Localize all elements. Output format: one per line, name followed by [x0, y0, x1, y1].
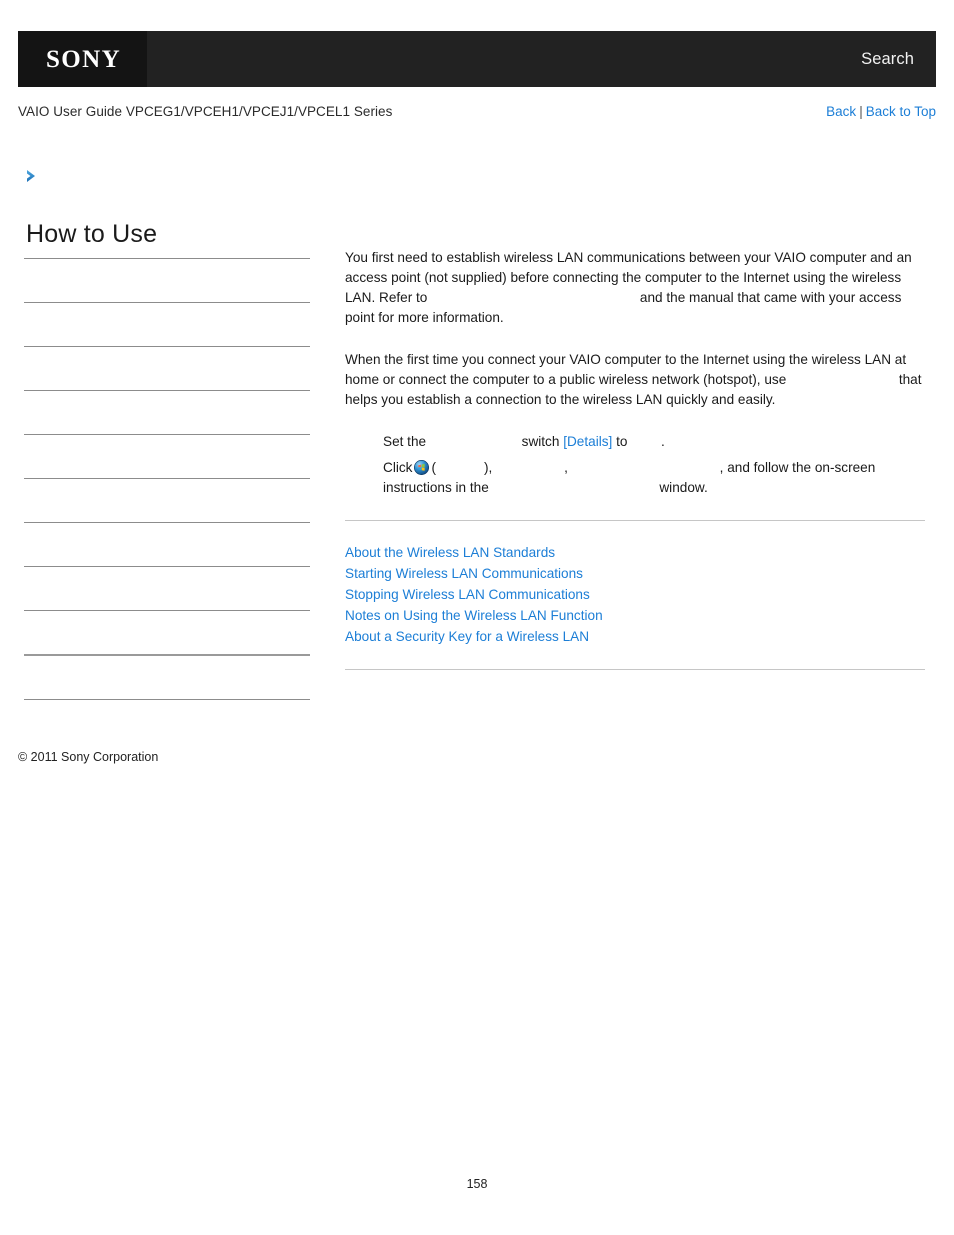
- sidebar-item-4[interactable]: [24, 390, 310, 434]
- sony-logo[interactable]: SONY: [18, 31, 147, 87]
- back-link[interactable]: Back: [826, 104, 856, 119]
- copyright-notice: © 2011 Sony Corporation: [18, 750, 159, 764]
- related-link-security-key[interactable]: About a Security Key for a Wireless LAN: [345, 629, 589, 644]
- related-links-section: About the Wireless LAN Standards Startin…: [345, 542, 925, 647]
- sidebar-item-9[interactable]: [24, 610, 310, 654]
- sidebar-item-11[interactable]: [24, 699, 310, 743]
- sidebar-item-5[interactable]: [24, 434, 310, 478]
- sidebar-item-1[interactable]: [24, 258, 310, 302]
- related-link-stopping-wireless-lan[interactable]: Stopping Wireless LAN Communications: [345, 587, 590, 602]
- sidebar-item-7[interactable]: [24, 522, 310, 566]
- sidebar-item-8[interactable]: [24, 566, 310, 610]
- chevron-right-icon[interactable]: [24, 168, 40, 184]
- windows-start-orb-icon[interactable]: [414, 460, 430, 475]
- paragraph2-part1: When the first time you connect your VAI…: [345, 352, 907, 387]
- details-link[interactable]: [Details]: [563, 434, 612, 449]
- step1-text3: to: [616, 434, 628, 449]
- step2-text2: (: [431, 460, 436, 475]
- list-item: Stopping Wireless LAN Communications: [345, 584, 925, 605]
- nav-separator: |: [859, 103, 863, 119]
- header-nav-links: Back | Back to Top: [826, 104, 936, 119]
- list-item: About the Wireless LAN Standards: [345, 542, 925, 563]
- instruction-steps: Set the switch [Details] to . Click (),…: [345, 432, 925, 498]
- step1-text4: .: [661, 434, 665, 449]
- sidebar-nav-list: [24, 258, 310, 743]
- sidebar-item-6[interactable]: [24, 478, 310, 522]
- sidebar-item-10[interactable]: [24, 654, 310, 699]
- list-item: Starting Wireless LAN Communications: [345, 563, 925, 584]
- search-button[interactable]: Search: [861, 50, 936, 69]
- sidebar: How to Use: [24, 168, 310, 743]
- list-item: Notes on Using the Wireless LAN Function: [345, 605, 925, 626]
- content-divider: [345, 520, 925, 521]
- step2-text3: ),: [483, 460, 493, 475]
- sony-logo-text: SONY: [45, 45, 122, 73]
- content-bottom-divider: [345, 669, 925, 670]
- step2-text5: , and follow the on-screen instructions …: [383, 460, 876, 495]
- related-links-list: About the Wireless LAN Standards Startin…: [345, 542, 925, 647]
- paragraph-text: You first need to establish wireless LAN…: [345, 248, 925, 328]
- list-item: About a Security Key for a Wireless LAN: [345, 626, 925, 647]
- sidebar-item-2[interactable]: [24, 302, 310, 346]
- step2-text4: ,: [564, 460, 568, 475]
- paragraph-text: When the first time you connect your VAI…: [345, 350, 925, 410]
- step1-text1: Set the: [383, 434, 427, 449]
- page-title: How to Use: [26, 220, 158, 248]
- back-to-top-link[interactable]: Back to Top: [866, 104, 936, 119]
- breadcrumb: [24, 168, 310, 206]
- intro-paragraph-2: When the first time you connect your VAI…: [345, 350, 925, 410]
- step1-text2: switch: [521, 434, 560, 449]
- site-header: SONY Search: [18, 31, 936, 87]
- guide-title: VAIO User Guide VPCEG1/VPCEH1/VPCEJ1/VPC…: [18, 103, 393, 119]
- intro-paragraph-1: You first need to establish wireless LAN…: [345, 248, 925, 328]
- related-link-wireless-lan-standards[interactable]: About the Wireless LAN Standards: [345, 545, 555, 560]
- related-link-notes-wireless-lan[interactable]: Notes on Using the Wireless LAN Function: [345, 608, 603, 623]
- sidebar-item-3[interactable]: [24, 346, 310, 390]
- sub-header: VAIO User Guide VPCEG1/VPCEH1/VPCEJ1/VPC…: [18, 100, 936, 122]
- step2-text6: window.: [659, 480, 708, 495]
- step2-text1: Click: [383, 460, 413, 475]
- paragraph1-part2: and the manual that came with your acces…: [345, 290, 902, 325]
- step-1: Set the switch [Details] to .: [383, 432, 925, 452]
- related-link-starting-wireless-lan[interactable]: Starting Wireless LAN Communications: [345, 566, 583, 581]
- main-content: You first need to establish wireless LAN…: [345, 248, 925, 670]
- step-2: Click (), , , and follow the on-screen …: [383, 458, 925, 498]
- page-number: 158: [466, 1177, 488, 1191]
